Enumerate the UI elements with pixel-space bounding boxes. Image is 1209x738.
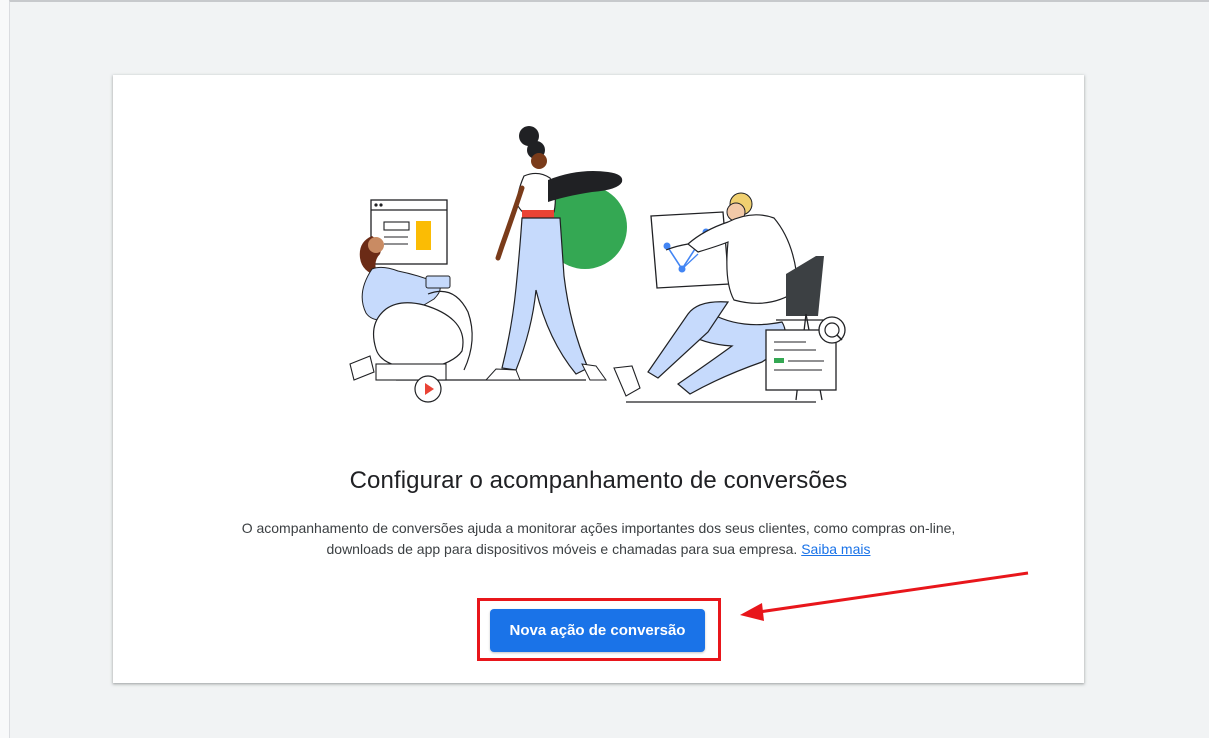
- annotation-arrow-icon: [740, 571, 1029, 621]
- learn-more-link[interactable]: Saiba mais: [801, 541, 870, 557]
- description-text: O acompanhamento de conversões ajuda a m…: [208, 518, 989, 560]
- new-conversion-action-button[interactable]: Nova ação de conversão: [490, 609, 705, 652]
- conversion-tracking-illustration: [349, 126, 846, 403]
- browser-window-icon: [370, 199, 448, 265]
- page-title: Configurar o acompanhamento de conversõe…: [349, 467, 848, 494]
- chart-board-icon: [650, 211, 730, 289]
